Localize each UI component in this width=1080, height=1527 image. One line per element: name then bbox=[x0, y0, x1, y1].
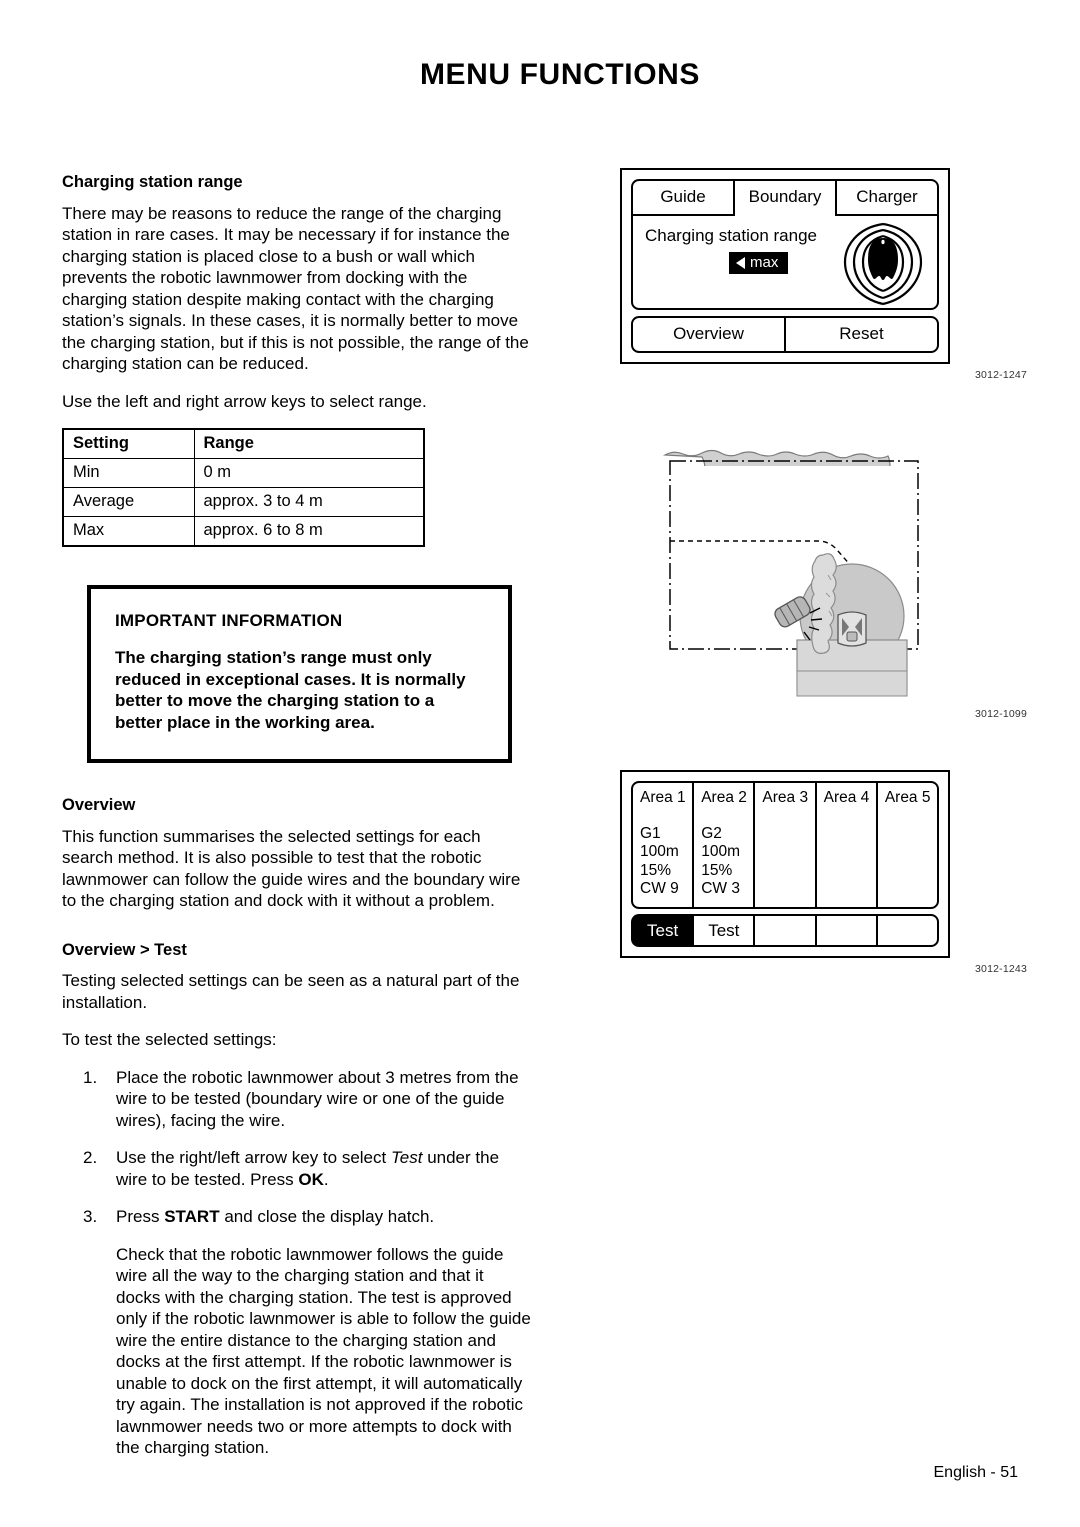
area-corridor-line: CW 3 bbox=[701, 880, 740, 897]
table-cell-range: approx. 3 to 4 m bbox=[193, 487, 425, 518]
area-distance-line: 100m bbox=[701, 843, 740, 860]
important-information-title: IMPORTANT INFORMATION bbox=[115, 611, 343, 631]
list-item: 1. Place the robotic lawnmower about 3 m… bbox=[62, 1067, 532, 1132]
figure-charging-station-range-display: Guide Boundary Charger Charging station … bbox=[620, 168, 1070, 381]
page-footer: English - 51 bbox=[934, 1464, 1019, 1482]
display-content-panel: Charging station range max bbox=[631, 214, 939, 310]
figure-overview-display: Area 1 G1 100m 15% CW 9 Area 2 G2 100m 1… bbox=[620, 770, 1070, 975]
display-frame: Guide Boundary Charger Charging station … bbox=[620, 168, 950, 364]
overview-display-frame: Area 1 G1 100m 15% CW 9 Area 2 G2 100m 1… bbox=[620, 770, 950, 958]
test-steps-list: 1. Place the robotic lawnmower about 3 m… bbox=[62, 1067, 532, 1228]
list-item-text-after: and close the display hatch. bbox=[219, 1207, 435, 1227]
list-item-text: Place the robotic lawnmower about 3 metr… bbox=[116, 1067, 519, 1130]
list-item-bold-key: OK bbox=[298, 1169, 324, 1189]
page-number-label: English - 51 bbox=[933, 1464, 1019, 1481]
important-information-body: The charging station’s range must only r… bbox=[115, 648, 466, 732]
range-value-label: max bbox=[750, 254, 779, 271]
area-cell-1[interactable]: Area 1 G1 100m 15% CW 9 bbox=[631, 781, 693, 909]
list-item-text-before: Use the right/left arrow key to select bbox=[116, 1148, 391, 1168]
test-button-area-1[interactable]: Test bbox=[631, 914, 693, 947]
display-tab-boundary[interactable]: Boundary bbox=[733, 179, 837, 216]
area-corridor-line: CW 9 bbox=[640, 880, 679, 897]
paragraph-charging-range-intro: There may be reasons to reduce the range… bbox=[62, 203, 529, 374]
area-distance-line: 100m bbox=[640, 843, 679, 860]
list-item-text-after: . bbox=[323, 1169, 329, 1189]
table-row: Min 0 m bbox=[62, 458, 425, 489]
paragraph-check-docking: Check that the robotic lawnmower follows… bbox=[116, 1244, 531, 1458]
list-item-number: 3. bbox=[83, 1207, 98, 1227]
test-button-area-3[interactable] bbox=[753, 914, 815, 947]
area-cell-5[interactable]: Area 5 bbox=[875, 781, 940, 909]
display-tab-charger[interactable]: Charger bbox=[837, 179, 939, 216]
area-cell-3[interactable]: Area 3 bbox=[753, 781, 815, 909]
list-item: 2. Use the right/left arrow key to selec… bbox=[62, 1147, 532, 1190]
table-cell-setting: Min bbox=[62, 458, 195, 489]
heading-charging-station-range: Charging station range bbox=[62, 173, 243, 191]
heading-overview-test: Overview > Test bbox=[62, 940, 187, 959]
paragraph-testing-natural-part: Testing selected settings can be seen as… bbox=[62, 971, 520, 1012]
display-tab-bar: Guide Boundary Charger bbox=[631, 179, 939, 216]
heading-overview: Overview bbox=[62, 796, 136, 815]
table-header-setting: Setting bbox=[62, 428, 195, 460]
area-title: Area 5 bbox=[884, 789, 931, 806]
list-item-bold-key: START bbox=[164, 1207, 220, 1227]
area-grid: Area 1 G1 100m 15% CW 9 Area 2 G2 100m 1… bbox=[631, 781, 940, 909]
table-cell-range: approx. 6 to 8 m bbox=[193, 516, 425, 547]
display-button-reset[interactable]: Reset bbox=[784, 316, 939, 353]
test-button-area-4[interactable] bbox=[814, 914, 876, 947]
paragraph-arrow-keys: Use the left and right arrow keys to sel… bbox=[62, 391, 427, 411]
right-illustration-column: Guide Boundary Charger Charging station … bbox=[620, 168, 1070, 975]
area-guide-line: G1 bbox=[640, 824, 661, 842]
table-cell-setting: Max bbox=[62, 516, 195, 547]
area-percent-line: 15% bbox=[640, 861, 672, 879]
area-title: Area 2 bbox=[701, 789, 747, 806]
display-button-bar: Overview Reset bbox=[631, 316, 939, 353]
area-cell-4[interactable]: Area 4 bbox=[814, 781, 876, 909]
test-button-area-5[interactable] bbox=[875, 914, 940, 947]
area-percent-line: 15% bbox=[701, 861, 733, 879]
list-item-italic-term: Test bbox=[390, 1148, 423, 1168]
table-header-row: Setting Range bbox=[62, 428, 425, 460]
table-row: Average approx. 3 to 4 m bbox=[62, 487, 425, 518]
display-button-overview[interactable]: Overview bbox=[631, 316, 784, 353]
list-item-text-before: Press bbox=[116, 1207, 165, 1227]
area-title: Area 1 bbox=[640, 789, 686, 806]
range-value-selector[interactable]: max bbox=[729, 252, 789, 274]
charging-station-signal-icon bbox=[843, 222, 923, 306]
arrow-left-icon[interactable] bbox=[736, 256, 745, 269]
list-item-number: 2. bbox=[83, 1148, 98, 1168]
table-cell-range: 0 m bbox=[193, 458, 425, 489]
page-title: MENU FUNCTIONS bbox=[419, 58, 701, 91]
test-button-area-2[interactable]: Test bbox=[692, 914, 754, 947]
table-cell-setting: Average bbox=[62, 487, 195, 518]
test-button-row: Test Test bbox=[631, 914, 940, 947]
figure-caption: 3012-1247 bbox=[975, 369, 1028, 381]
table-header-range: Range bbox=[193, 428, 425, 460]
page-header: MENU FUNCTIONS bbox=[0, 58, 1080, 92]
important-information-box: IMPORTANT INFORMATION The charging stati… bbox=[87, 585, 512, 764]
paragraph-to-test: To test the selected settings: bbox=[62, 1030, 277, 1050]
table-row: Max approx. 6 to 8 m bbox=[62, 516, 425, 547]
paragraph-overview: This function summarises the selected se… bbox=[62, 826, 521, 911]
figure-garden-layout: 3012-1099 bbox=[620, 433, 1070, 720]
area-title: Area 3 bbox=[762, 789, 809, 806]
area-guide-line: G2 bbox=[701, 824, 722, 842]
garden-illustration bbox=[662, 449, 919, 697]
figure-caption: 3012-1243 bbox=[975, 963, 1028, 975]
settings-range-table: Setting Range Min 0 m Average approx. 3 … bbox=[62, 428, 425, 548]
area-cell-2[interactable]: Area 2 G2 100m 15% CW 3 bbox=[692, 781, 754, 909]
area-title: Area 4 bbox=[823, 789, 870, 806]
list-item: 3. Press START and close the display hat… bbox=[62, 1206, 532, 1228]
list-item-number: 1. bbox=[83, 1067, 98, 1087]
left-content-column: Charging station range There may be reas… bbox=[62, 172, 532, 1459]
display-tab-guide[interactable]: Guide bbox=[631, 179, 733, 216]
figure-caption: 3012-1099 bbox=[975, 708, 1028, 720]
